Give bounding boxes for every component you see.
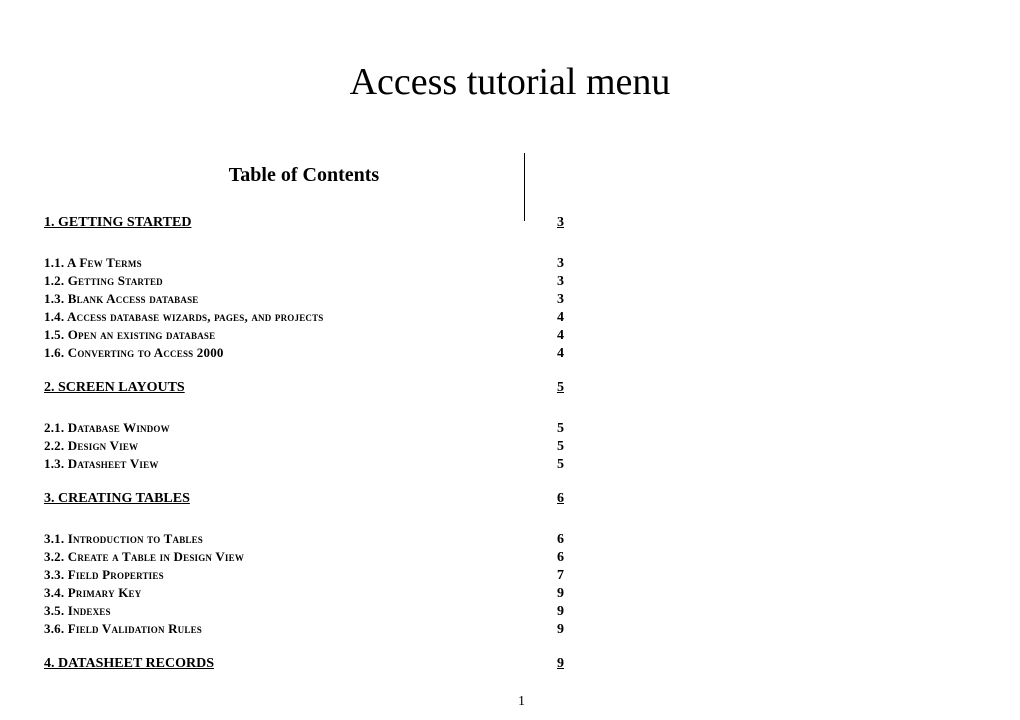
- document-title: Access tutorial menu: [0, 60, 1020, 104]
- toc-heading-wrapper: Table of Contents: [44, 164, 564, 187]
- document-page: Access tutorial menu Table of Contents 1…: [0, 0, 1020, 672]
- toc-subsection-page: 5: [557, 421, 564, 437]
- toc-subsection-title: 1.6. Converting to Access 2000: [44, 345, 549, 361]
- toc-section: 3. CREATING TABLES 6 3.1. Introduction t…: [44, 491, 564, 638]
- toc-subsection-row: 1.1. A Few Terms 3: [44, 255, 564, 272]
- toc-subsection-row: 2.1. Database Window 5: [44, 420, 564, 437]
- toc-container: Table of Contents 1. GETTING STARTED 3 1…: [44, 164, 564, 672]
- toc-section-title: 2. SCREEN LAYOUTS: [44, 380, 549, 396]
- toc-section-title: 1. GETTING STARTED: [44, 215, 549, 231]
- toc-subsection-title: 1.2. Getting Started: [44, 273, 549, 289]
- toc-subsection-title: 1.4. Access database wizards, pages, and…: [44, 309, 549, 325]
- toc-subsection-row: 1.3. Blank Access database 3: [44, 291, 564, 308]
- toc-subsection-row: 1.3. Datasheet View 5: [44, 456, 564, 473]
- toc-subsection-page: 4: [557, 346, 564, 362]
- toc-section-page: 6: [557, 491, 564, 507]
- toc-subsection-page: 4: [557, 310, 564, 326]
- toc-subsection-row: 3.6. Field Validation Rules 9: [44, 621, 564, 638]
- toc-subsection-page: 9: [557, 622, 564, 638]
- toc-subsection-group: 1.1. A Few Terms 3 1.2. Getting Started …: [44, 255, 564, 362]
- toc-subsection-page: 3: [557, 274, 564, 290]
- page-number: 1: [518, 694, 525, 710]
- toc-subsection-page: 4: [557, 328, 564, 344]
- toc-section-row: 3. CREATING TABLES 6: [44, 491, 564, 507]
- toc-section-row: 1. GETTING STARTED 3: [44, 215, 564, 231]
- toc-section: 4. DATASHEET RECORDS 9: [44, 656, 564, 672]
- toc-section: 2. SCREEN LAYOUTS 5 2.1. Database Window…: [44, 380, 564, 473]
- toc-subsection-row: 3.2. Create a Table in Design View 6: [44, 549, 564, 566]
- toc-subsection-title: 2.1. Database Window: [44, 420, 549, 436]
- toc-section-page: 5: [557, 380, 564, 396]
- toc-heading: Table of Contents: [44, 164, 564, 187]
- toc-subsection-group: 2.1. Database Window 5 2.2. Design View …: [44, 420, 564, 473]
- toc-subsection-page: 3: [557, 292, 564, 308]
- toc-subsection-title: 3.6. Field Validation Rules: [44, 621, 549, 637]
- toc-section-page: 9: [557, 656, 564, 672]
- toc-subsection-title: 3.1. Introduction to Tables: [44, 531, 549, 547]
- toc-subsection-title: 1.3. Blank Access database: [44, 291, 549, 307]
- toc-subsection-row: 1.5. Open an existing database 4: [44, 327, 564, 344]
- toc-subsection-page: 3: [557, 256, 564, 272]
- toc-subsection-row: 1.6. Converting to Access 2000 4: [44, 345, 564, 362]
- toc-subsection-title: 3.4. Primary Key: [44, 585, 549, 601]
- toc-subsection-title: 3.2. Create a Table in Design View: [44, 549, 549, 565]
- toc-section-row: 4. DATASHEET RECORDS 9: [44, 656, 564, 672]
- toc-subsection-row: 3.3. Field Properties 7: [44, 567, 564, 584]
- toc-subsection-group: 3.1. Introduction to Tables 6 3.2. Creat…: [44, 531, 564, 638]
- toc-subsection-title: 2.2. Design View: [44, 438, 549, 454]
- toc-subsection-row: 1.4. Access database wizards, pages, and…: [44, 309, 564, 326]
- toc-subsection-page: 6: [557, 550, 564, 566]
- toc-section-title: 4. DATASHEET RECORDS: [44, 656, 549, 672]
- toc-subsection-row: 3.5. Indexes 9: [44, 603, 564, 620]
- toc-subsection-title: 1.5. Open an existing database: [44, 327, 549, 343]
- toc-subsection-title: 1.1. A Few Terms: [44, 255, 549, 271]
- toc-subsection-page: 9: [557, 604, 564, 620]
- toc-subsection-row: 2.2. Design View 5: [44, 438, 564, 455]
- toc-subsection-title: 3.3. Field Properties: [44, 567, 549, 583]
- toc-subsection-page: 5: [557, 439, 564, 455]
- toc-subsection-title: 3.5. Indexes: [44, 603, 549, 619]
- toc-subsection-row: 3.4. Primary Key 9: [44, 585, 564, 602]
- toc-section-title: 3. CREATING TABLES: [44, 491, 549, 507]
- toc-section-row: 2. SCREEN LAYOUTS 5: [44, 380, 564, 396]
- toc-subsection-title: 1.3. Datasheet View: [44, 456, 549, 472]
- toc-section: 1. GETTING STARTED 3 1.1. A Few Terms 3 …: [44, 215, 564, 362]
- toc-subsection-page: 7: [557, 568, 564, 584]
- toc-subsection-row: 3.1. Introduction to Tables 6: [44, 531, 564, 548]
- toc-subsection-row: 1.2. Getting Started 3: [44, 273, 564, 290]
- toc-subsection-page: 9: [557, 586, 564, 602]
- toc-subsection-page: 6: [557, 532, 564, 548]
- toc-subsection-page: 5: [557, 457, 564, 473]
- toc-section-page: 3: [557, 215, 564, 231]
